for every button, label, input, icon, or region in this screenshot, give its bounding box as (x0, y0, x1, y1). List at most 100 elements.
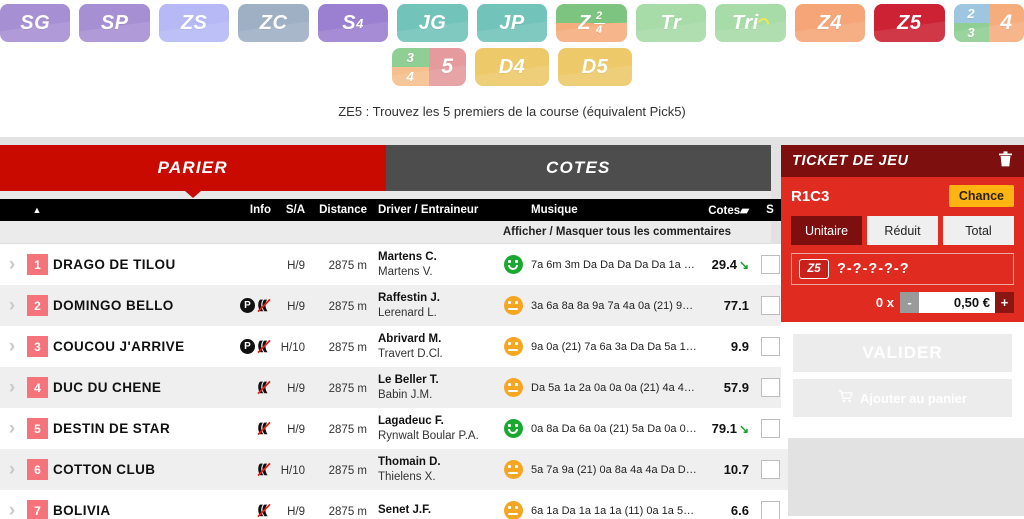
toggle-comments-link[interactable]: Afficher / Masquer tous les commentaires (0, 221, 771, 244)
bet-badge-sp[interactable]: SP (79, 4, 150, 42)
mode-reduit[interactable]: Réduit (867, 216, 938, 245)
bet-badge-d5[interactable]: D5 (558, 48, 632, 86)
cell-expand[interactable]: › (0, 244, 24, 285)
cell-horse-name[interactable]: COUCOU J'ARRIVE (50, 326, 220, 367)
bet-badge-jg[interactable]: JG (397, 4, 468, 42)
cell-horse-name[interactable]: DRAGO DE TILOU (50, 244, 220, 285)
badge-stack-top: 2 (953, 4, 989, 23)
th-driver-trainer: Driver / Entraineur (370, 199, 498, 221)
bet-badge-label: Z4 (817, 11, 843, 34)
cell-expand[interactable]: › (0, 449, 24, 490)
select-runner-checkbox[interactable] (760, 296, 780, 315)
expand-row-chevron-icon[interactable]: › (3, 337, 21, 356)
distance: 2875 m (328, 423, 367, 436)
table-row[interactable]: › 3 COUCOU J'ARRIVE P H/10 2875 m Abrivard M. T… (0, 326, 788, 367)
table-row[interactable]: › 2 DOMINGO BELLO P H/9 2875 m Raffestin J. Ler… (0, 285, 788, 326)
cell-expand[interactable]: › (0, 367, 24, 408)
cell-horse-name[interactable]: DOMINGO BELLO (50, 285, 220, 326)
sort-updown-icon[interactable]: ▰ (740, 205, 749, 217)
validate-button[interactable]: VALIDER (793, 334, 1012, 372)
select-runner-checkbox[interactable] (760, 460, 780, 479)
combo-bet-type-badge: Z5 (799, 259, 829, 279)
select-runner-checkbox[interactable] (760, 337, 780, 356)
bet-badge-z4[interactable]: Z4 (794, 4, 866, 42)
horse-name: DOMINGO BELLO (53, 298, 174, 313)
bet-badge-jp[interactable]: JP (476, 4, 548, 42)
mode-unitaire[interactable]: Unitaire (791, 216, 862, 245)
add-to-cart-button[interactable]: Ajouter au panier (793, 379, 1012, 417)
bet-badge-tr[interactable]: Tr (635, 4, 707, 42)
th-sort-arrow[interactable]: ▲ (24, 199, 50, 221)
sex-age: H/9 (287, 382, 305, 395)
cell-horse-name[interactable]: DESTIN DE STAR (50, 408, 220, 449)
stake-row: 0 x - 0,50 € + (791, 292, 1014, 313)
tab-parier[interactable]: PARIER (0, 145, 386, 191)
table-row[interactable]: › 6 COTTON CLUB H/10 2875 m Thomain D. Thielen… (0, 449, 788, 490)
cell-expand[interactable]: › (0, 408, 24, 449)
bet-badge-234[interactable]: 234 (953, 4, 1024, 42)
expand-row-chevron-icon[interactable]: › (3, 419, 21, 438)
expand-row-chevron-icon[interactable]: › (3, 296, 21, 315)
table-row[interactable]: › 1 DRAGO DE TILOU H/9 2875 m Martens C. Marte… (0, 244, 788, 285)
table-row[interactable]: › 4 DUC DU CHENE H/9 2875 m Le Beller T. Babin… (0, 367, 788, 408)
bet-badge-s4[interactable]: S4 (317, 4, 389, 42)
th-cotes[interactable]: Cotes▰ (700, 199, 752, 221)
cell-driver-trainer: Raffestin J. Lerenard L. (370, 285, 498, 326)
expand-row-chevron-icon[interactable]: › (3, 378, 21, 397)
bet-badge-zc[interactable]: ZC (238, 4, 309, 42)
bet-badge-zs[interactable]: ZS (158, 4, 230, 42)
cell-odds: 10.7 (700, 449, 752, 490)
table-row[interactable]: › 5 DESTIN DE STAR H/9 2875 m Lagadeuc F. Rynw… (0, 408, 788, 449)
cell-expand[interactable]: › (0, 326, 24, 367)
tab-cotes[interactable]: COTES (385, 145, 771, 191)
cell-horse-name[interactable]: BOLIVIA (50, 490, 220, 519)
table-row[interactable]: › 7 BOLIVIA H/9 2875 m Senet J.F. 6a 1a Da 1a … (0, 490, 788, 519)
cell-expand[interactable]: › (0, 285, 24, 326)
expand-row-chevron-icon[interactable]: › (3, 255, 21, 274)
bet-badge-z24[interactable]: Z24 (556, 4, 627, 42)
cell-odds: 57.9 (700, 367, 752, 408)
horse-name: COUCOU J'ARRIVE (53, 339, 185, 354)
bet-badge-tri[interactable]: Tri (715, 4, 786, 42)
cell-expand[interactable]: › (0, 490, 24, 519)
stake-input[interactable]: 0,50 € (919, 292, 995, 313)
expand-row-chevron-icon[interactable]: › (3, 501, 21, 519)
stake-increase-button[interactable]: + (995, 292, 1014, 313)
trash-icon[interactable] (998, 151, 1013, 171)
select-runner-checkbox[interactable] (760, 378, 780, 397)
distance: 2875 m (328, 382, 367, 395)
musique: 7a 6m 3m Da Da Da Da Da 1a (2… (531, 258, 697, 271)
mode-total[interactable]: Total (943, 216, 1014, 245)
bet-badge-label: SG (20, 11, 51, 34)
bet-badge-345[interactable]: 345 (392, 48, 466, 86)
bet-badge-label: JG (418, 11, 447, 34)
bet-badge-d4[interactable]: D4 (475, 48, 549, 86)
bet-badge-sg[interactable]: SG (0, 4, 71, 42)
trainer-name: Travert D.Cl. (378, 347, 443, 360)
cell-horse-name[interactable]: COTTON CLUB (50, 449, 220, 490)
stake-decrease-button[interactable]: - (900, 292, 919, 313)
table-header-row: ▲ Info S/A Distance Driver / Entraineur … (0, 199, 788, 221)
badge-stacked-half: 34 (392, 48, 429, 86)
select-runner-checkbox[interactable] (760, 255, 780, 274)
bet-badge-z5[interactable]: Z5 (874, 4, 945, 42)
info-icon-group (223, 380, 271, 395)
form-mood-orange-icon (503, 378, 523, 397)
cell-driver-trainer: Abrivard M. Travert D.Cl. (370, 326, 498, 367)
odds-value: 10.7 (723, 462, 749, 477)
expand-row-chevron-icon[interactable]: › (3, 460, 21, 479)
musique: 0a 8a Da 6a 0a (21) 5a Da 0a 0a… (531, 422, 697, 435)
chance-button[interactable]: Chance (948, 185, 1014, 207)
select-runner-checkbox[interactable] (760, 501, 780, 519)
runners-table-body: › 1 DRAGO DE TILOU H/9 2875 m Martens C. Marte… (0, 244, 788, 519)
odds-value: 9.9 (730, 339, 749, 354)
select-runner-checkbox[interactable] (760, 419, 780, 438)
odds-value: 79.1 (711, 421, 737, 436)
trainer-name: Thielens X. (378, 470, 436, 483)
cell-form-mood (498, 408, 528, 449)
cell-horse-name[interactable]: DUC DU CHENE (50, 367, 220, 408)
th-expand (0, 199, 24, 221)
driver-name: Senet J.F. (378, 504, 432, 517)
combination-row[interactable]: Z5 ?-?-?-?-? (791, 253, 1014, 285)
tabs-divider (0, 191, 771, 199)
